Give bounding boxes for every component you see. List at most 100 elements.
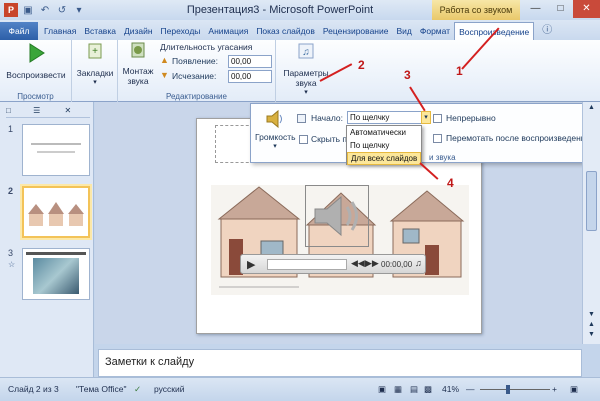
zoom-slider[interactable] [480, 389, 550, 390]
ribbon-tabs: Файл Главная Вставка Дизайн Переходы Ани… [0, 20, 600, 40]
slide-thumbnail-1[interactable] [22, 124, 90, 176]
annotation-number-4: 4 [447, 176, 454, 190]
start-icon [297, 114, 306, 123]
hide-during-show-checkbox[interactable] [299, 135, 308, 144]
tab-file[interactable]: Файл [0, 22, 38, 40]
player-forward-icon[interactable]: ▶▶ [365, 258, 379, 269]
tab-slideshow[interactable]: Показ слайдов [252, 22, 319, 40]
undo-icon[interactable]: ↶ [38, 3, 52, 17]
svg-text:+: + [92, 46, 98, 57]
powerpoint-icon[interactable]: P [4, 3, 18, 17]
house-thumbnail-image [28, 202, 84, 226]
tab-format[interactable]: Формат [416, 22, 454, 40]
close-icon[interactable]: ✕ [573, 0, 600, 18]
volume-icon [266, 109, 282, 129]
minimize-icon[interactable]: — [523, 0, 548, 18]
audio-options-group-label: и звука [429, 153, 456, 162]
outline-tab-icon[interactable]: □ [6, 106, 11, 115]
volume-button[interactable]: Громкость ▾ [255, 108, 296, 150]
loop-label: Непрерывно [446, 113, 496, 123]
redo-icon[interactable]: ↺ [55, 3, 69, 17]
zoom-level[interactable]: 41% [442, 384, 459, 394]
bookmark-icon: + [88, 43, 102, 59]
thumb-number: 3 [8, 248, 14, 258]
rewind-checkbox[interactable] [433, 134, 442, 143]
fade-out-label: Исчезание: [172, 71, 217, 81]
option-play-across-slides[interactable]: Для всех слайдов [347, 152, 421, 165]
tab-transitions[interactable]: Переходы [157, 22, 205, 40]
audio-options-icon: ♫ [298, 43, 314, 59]
trim-audio-label: Монтаж звука [122, 66, 154, 86]
scroll-thumb[interactable] [586, 171, 597, 231]
tab-design[interactable]: Дизайн [120, 22, 157, 40]
speaker-icon[interactable] [309, 191, 365, 241]
spellcheck-icon[interactable]: ✓ [134, 384, 141, 395]
tab-insert[interactable]: Вставка [80, 22, 120, 40]
maximize-icon[interactable]: □ [548, 0, 573, 18]
view-sorter-icon[interactable]: ▦ [394, 384, 402, 395]
fade-in-icon: ▲ [160, 55, 169, 65]
group-audio-options: ♫ Параметры звука ▾ [276, 40, 334, 102]
tab-home[interactable]: Главная [40, 22, 80, 40]
status-bar: Слайд 2 из 3 "Тема Office" ✓ русский ▣ ▦… [0, 377, 600, 401]
fade-out-field[interactable]: 00,00 [228, 70, 272, 83]
fade-duration-title: Длительность угасания [160, 42, 253, 52]
group-editing: Монтаж звука Длительность угасания ▲ Поя… [118, 40, 276, 102]
vertical-scrollbar[interactable]: ▲ ▼ ▲ ▼ [582, 102, 600, 344]
player-progress-bar[interactable] [267, 259, 347, 270]
volume-label: Громкость [255, 132, 296, 142]
tab-animations[interactable]: Анимация [204, 22, 252, 40]
close-pane-icon[interactable]: ✕ [64, 106, 71, 115]
annotation-number-1: 1 [456, 64, 463, 78]
player-rewind-icon[interactable]: ◀◀ [351, 258, 365, 269]
transition-star-icon: ☆ [8, 260, 16, 269]
zoom-out-icon[interactable]: — [466, 384, 475, 394]
option-automatically[interactable]: Автоматически [347, 126, 421, 139]
help-icon[interactable]: ⓘ [542, 22, 552, 40]
option-on-click[interactable]: По щелчку [347, 139, 421, 152]
trim-audio-button[interactable]: Монтаж звука [120, 40, 156, 86]
play-button[interactable]: Воспроизвести [2, 42, 70, 80]
ribbon: Воспроизвести Просмотр + Закладки ▾ Монт… [0, 40, 600, 102]
scroll-up-icon[interactable]: ▲ [583, 104, 600, 111]
pane-tabs: □ ☰ ✕ [6, 106, 90, 118]
view-reading-icon[interactable]: ▤ [410, 384, 418, 395]
start-select[interactable]: По щелчку [347, 111, 431, 124]
bookmarks-label: Закладки [76, 68, 114, 78]
slide-thumbnail-3[interactable] [22, 248, 90, 300]
quick-access-toolbar: P ▣ ↶ ↺ ▾ [4, 2, 86, 18]
loop-checkbox[interactable] [433, 114, 442, 123]
bookmarks-button[interactable]: + Закладки ▾ [74, 42, 116, 88]
notes-pane[interactable]: Заметки к слайду [98, 349, 582, 377]
scroll-down-icons[interactable]: ▼ ▲ ▼ [583, 310, 600, 340]
view-normal-icon[interactable]: ▣ [378, 384, 386, 395]
fade-out-icon: ▼ [160, 70, 169, 80]
audio-options-button[interactable]: ♫ Параметры звука ▾ [278, 42, 334, 98]
view-slideshow-icon[interactable]: ▩ [424, 384, 432, 395]
fit-to-window-icon[interactable]: ▣ [570, 384, 578, 395]
customize-qat-icon[interactable]: ▾ [72, 3, 86, 17]
zoom-slider-thumb[interactable] [506, 385, 510, 394]
svg-text:♫: ♫ [302, 47, 310, 58]
slides-tab-icon[interactable]: ☰ [33, 106, 40, 115]
play-label: Воспроизвести [6, 70, 66, 80]
start-dropdown-arrow-icon[interactable]: ▾ [421, 111, 431, 124]
slides-pane: □ ☰ ✕ 1 2 3 ☆ [0, 102, 94, 377]
tab-view[interactable]: Вид [392, 22, 415, 40]
player-play-icon[interactable]: ▶ [247, 258, 255, 271]
group-preview: Воспроизвести Просмотр [0, 40, 72, 102]
theme-name[interactable]: "Тема Office" [76, 384, 126, 394]
zoom-in-icon[interactable]: + [552, 384, 557, 394]
slide-thumbnail-2[interactable] [22, 186, 90, 238]
hide-during-show-label: Скрыть п [311, 134, 347, 144]
window-title: Презентация3 - Microsoft PowerPoint [186, 4, 374, 16]
save-icon[interactable]: ▣ [21, 3, 35, 17]
player-volume-icon[interactable]: ♫ [415, 258, 422, 268]
annotation-number-2: 2 [358, 58, 365, 72]
group-preview-label: Просмотр [17, 92, 54, 101]
tab-review[interactable]: Рецензирование [319, 22, 393, 40]
fade-in-field[interactable]: 00,00 [228, 55, 272, 68]
trim-audio-icon [131, 42, 145, 58]
audio-options-panel: Громкость ▾ Начало: По щелчку ▾ Скрыть п… [250, 103, 600, 163]
language[interactable]: русский [154, 384, 185, 394]
